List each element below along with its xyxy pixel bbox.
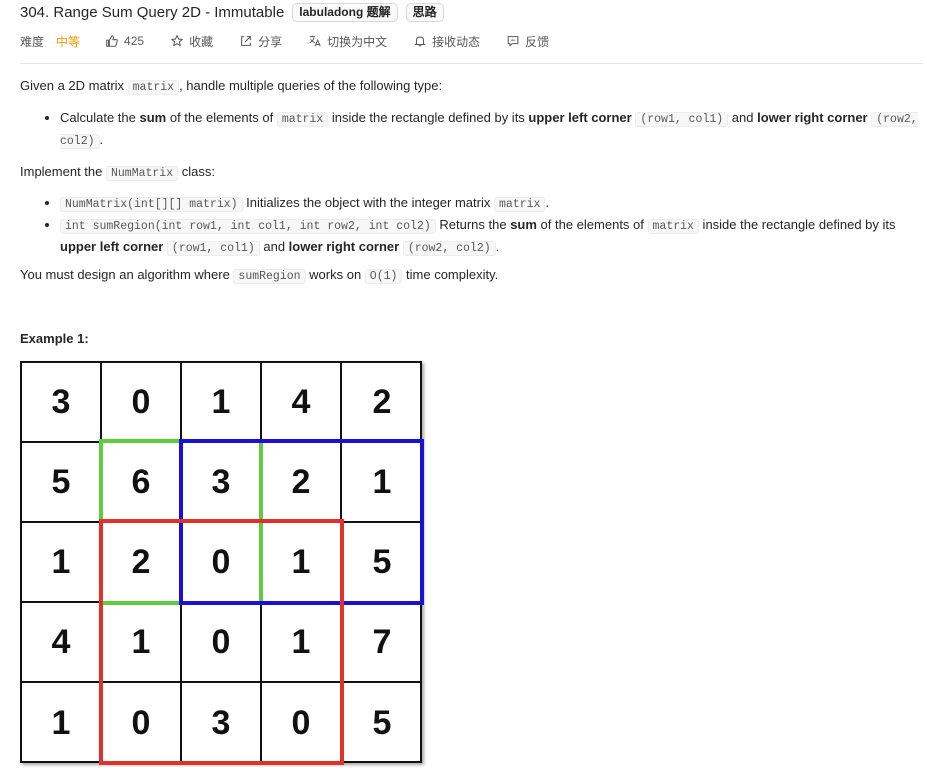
notify-label: 接收动态 [432, 34, 481, 49]
matrix-cell: 3 [22, 363, 102, 443]
matrix-cell: 0 [102, 363, 182, 443]
matrix-cell: 2 [342, 363, 422, 443]
code-row1-col1: (row1, col1) [635, 112, 729, 127]
tag-labuladong-solution[interactable]: labuladong 题解 [292, 2, 398, 22]
matrix-cell: 5 [22, 443, 102, 523]
matrix-cell: 5 [372, 703, 392, 742]
like-count: 425 [124, 34, 145, 48]
feedback-label: 反馈 [525, 34, 550, 49]
example-matrix-image: 3014256321120154101710305 [20, 361, 425, 766]
problem-title: 304. Range Sum Query 2D - Immutable [20, 3, 285, 21]
code-row2-col2: (row2, col2) [402, 241, 496, 256]
text: of the elements of [166, 110, 277, 125]
query-type-list: Calculate the sum of the elements of mat… [20, 108, 920, 152]
favorite-label: 收藏 [189, 34, 214, 49]
implement-paragraph: Implement the NumMatrix class: [20, 162, 215, 184]
share-label: 分享 [258, 34, 283, 49]
text: and [728, 110, 758, 125]
thumbs-up-icon [106, 35, 118, 47]
text: Calculate the [60, 110, 140, 125]
matrix-grid: 3014256321120154101710305 [20, 361, 422, 763]
like-button[interactable]: 425 [105, 34, 144, 48]
text: inside the rectangle defined by its [328, 110, 529, 125]
matrix-cell: 1 [22, 523, 102, 603]
code-row1-col1: (row1, col1) [166, 241, 260, 256]
code-constructor: NumMatrix(int[][] matrix) [60, 197, 243, 212]
code-sumregion-signature: int sumRegion(int row1, int col1, int ro… [60, 219, 436, 234]
text: class: [178, 164, 215, 179]
feedback-button[interactable]: 反馈 [506, 33, 549, 50]
difficulty-value: 中等 [56, 34, 81, 49]
text: Returns the [435, 217, 511, 232]
translate-label: 切换为中文 [327, 34, 388, 49]
matrix-cell: 2 [262, 443, 342, 523]
matrix-cell: 6 [102, 443, 182, 523]
notify-button[interactable]: 接收动态 [413, 33, 480, 50]
code-matrix: matrix [127, 80, 180, 95]
matrix-cell: 3 [182, 683, 262, 763]
matrix-cell: 1 [22, 683, 102, 763]
code-matrix: matrix [647, 219, 699, 234]
code-sumregion: sumRegion [233, 269, 306, 284]
text: inside the rectangle defined by its [698, 217, 896, 232]
matrix-cell: 0 [262, 683, 342, 763]
text: You must design an algorithm where [20, 267, 234, 282]
list-item: Calculate the sum of the elements of mat… [60, 108, 920, 152]
share-button[interactable]: 分享 [239, 33, 282, 50]
list-item: int sumRegion(int row1, int col1, int ro… [60, 215, 920, 259]
bold-text: upper left corner [60, 239, 164, 254]
text: Implement the [20, 164, 106, 179]
matrix-cell: 0 [182, 523, 262, 603]
matrix-cell: 2 [102, 523, 182, 603]
bold-text: lower right corner [757, 110, 868, 125]
difficulty-label: 难度 [20, 34, 45, 49]
text: Given a 2D matrix [20, 78, 128, 93]
constraint-paragraph: You must design an algorithm where sumRe… [20, 265, 498, 287]
matrix-cell: 4 [262, 363, 342, 443]
text: . [99, 132, 104, 147]
matrix-cell: 7 [342, 603, 422, 683]
code-matrix: matrix [493, 197, 546, 212]
matrix-cell: 0 [102, 683, 182, 763]
matrix-cell: 1 [262, 523, 342, 603]
code-o1: O(1) [364, 269, 403, 284]
share-icon [241, 36, 251, 46]
matrix-cell: 1 [342, 443, 422, 523]
text: Initializes the object with the integer … [242, 195, 494, 210]
matrix-cell: 0 [182, 603, 262, 683]
meta-row: 难度 中等 425 收藏 分享 切换为中文 接收动态 反馈 [20, 32, 923, 50]
bold-text: sum [139, 110, 167, 125]
code-matrix: matrix [276, 112, 329, 127]
bold-text: upper left corner [528, 110, 632, 125]
list-item: NumMatrix(int[][] matrix) Initializes th… [60, 193, 920, 215]
matrix-cell: 1 [102, 603, 182, 683]
bold-text: lower right corner [288, 239, 400, 254]
feedback-icon [507, 36, 519, 47]
matrix-cell: 4 [22, 603, 102, 683]
problem-header: 304. Range Sum Query 2D - Immutable labu… [20, 2, 923, 64]
example-title: Example 1: [20, 331, 89, 346]
matrix-cell: 3 [182, 443, 262, 523]
text: and [259, 239, 289, 254]
text: . [545, 195, 550, 210]
translate-button[interactable]: 切换为中文 [308, 33, 387, 50]
tag-idea[interactable]: 思路 [405, 2, 444, 22]
code-nummatrix: NumMatrix [106, 166, 179, 181]
matrix-cell: 1 [182, 363, 262, 443]
title-row: 304. Range Sum Query 2D - Immutable labu… [20, 2, 923, 22]
text: time complexity. [402, 267, 499, 282]
bell-icon [414, 36, 426, 47]
text: , handle multiple queries of the followi… [179, 78, 443, 93]
star-icon [171, 35, 183, 47]
translate-icon [309, 35, 321, 47]
favorite-button[interactable]: 收藏 [170, 33, 213, 50]
text: . [495, 239, 500, 254]
bold-text: sum [510, 217, 537, 232]
intro-paragraph: Given a 2D matrix matrix, handle multipl… [20, 76, 442, 98]
text: of the elements of [536, 217, 648, 232]
text: works on [305, 267, 365, 282]
matrix-cell: 5 [342, 523, 422, 603]
matrix-cell: 1 [262, 603, 342, 683]
method-list: NumMatrix(int[][] matrix) Initializes th… [20, 193, 920, 259]
